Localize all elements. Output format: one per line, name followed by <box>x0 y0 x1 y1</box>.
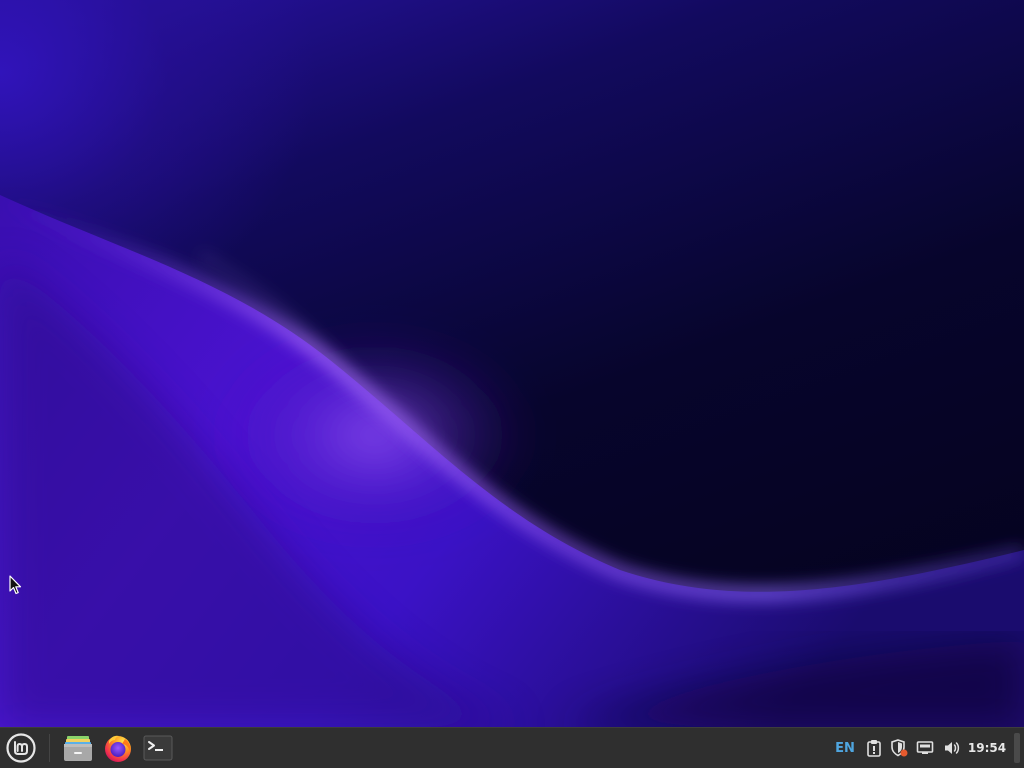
desktop[interactable] <box>0 0 1024 727</box>
taskbar: EN 19:54 <box>0 727 1024 768</box>
network-tray-button[interactable] <box>915 736 935 760</box>
folder-icon <box>64 736 92 761</box>
keyboard-layout-indicator[interactable]: EN <box>833 736 857 760</box>
launcher-files[interactable] <box>60 730 96 766</box>
clipboard-tray-button[interactable] <box>864 736 884 760</box>
volume-icon <box>945 742 960 754</box>
terminal-icon <box>143 735 173 761</box>
clipboard-icon <box>867 740 881 757</box>
volume-tray-button[interactable] <box>941 736 963 760</box>
shield-update-icon <box>891 739 908 757</box>
clock[interactable]: 19:54 <box>966 736 1008 760</box>
arrow-cursor-icon <box>9 575 22 595</box>
firefox-icon <box>105 735 131 762</box>
update-manager-tray-button[interactable] <box>889 736 909 760</box>
linux-mint-logo-icon <box>6 733 36 763</box>
taskbar-separator <box>49 734 50 762</box>
launcher-terminal[interactable] <box>140 730 176 766</box>
menu-button[interactable] <box>3 730 39 766</box>
launcher-firefox[interactable] <box>100 730 136 766</box>
purple-wave-wallpaper <box>0 193 1024 727</box>
network-icon <box>916 741 934 754</box>
show-desktop-button[interactable] <box>1014 733 1020 763</box>
